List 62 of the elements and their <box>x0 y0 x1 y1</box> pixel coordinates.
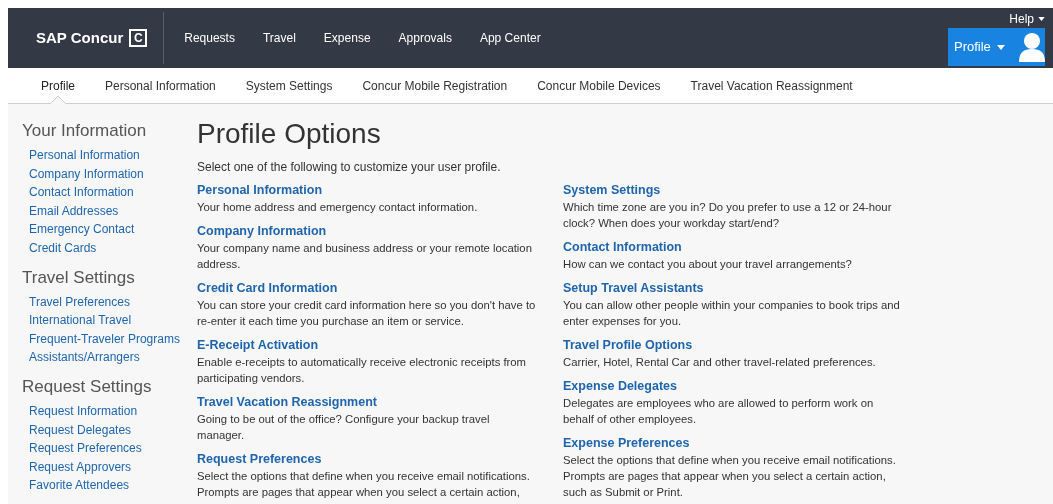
option-link[interactable]: Contact Information <box>563 239 682 256</box>
sidebar-link[interactable]: Request Delegates <box>29 420 132 440</box>
option-link[interactable]: Company Information <box>197 223 327 240</box>
sidebar-link[interactable]: International Travel <box>29 311 132 330</box>
option-description: You can allow other people within your companies to book trips and enter expenses for you. <box>563 298 901 329</box>
tab[interactable]: Personal Information <box>90 68 231 103</box>
profile-button[interactable]: Profile <box>948 28 1045 66</box>
option-description: Carrier, Hotel, Rental Car and other travel-related preferences. <box>563 355 876 370</box>
option-description: Enable e-receipts to automatically receive electronic receipts from participating vendors. <box>197 355 527 386</box>
sidebar-link[interactable]: Emergency Contact <box>29 220 135 239</box>
sidebar-link[interactable]: Personal Information <box>29 146 140 165</box>
sidebar-link[interactable]: Request Approvers <box>29 457 132 477</box>
tab[interactable]: System Settings <box>230 68 348 103</box>
sidebar-link[interactable]: Email Addresses <box>29 201 119 221</box>
nav-link[interactable]: Approvals <box>384 29 466 47</box>
sidebar-link[interactable]: Assistants/Arrangers <box>29 348 140 367</box>
option-description: Select the options that define when you receive email notifications. Prompts are pages that appear when you select a certain action, <box>197 469 531 500</box>
option-description: Going to be out of the office? Configure your backup travel manager. <box>197 412 491 443</box>
tab[interactable]: Concur Mobile Registration <box>347 68 523 103</box>
option-link[interactable]: System Settings <box>563 182 661 199</box>
logo-text: SAP Concur <box>36 27 124 48</box>
option-description: Select the options that define when you receive email notifications. Prompts are pages that appear when you select a certain action, such as Submit or Print. <box>563 453 897 500</box>
help-menu[interactable]: Help <box>1009 8 1045 28</box>
option-link[interactable]: E-Receipt Activation <box>197 337 319 354</box>
option-link[interactable]: Setup Travel Assistants <box>563 280 704 297</box>
sidebar-heading: Your Information <box>22 120 148 142</box>
option-link[interactable]: Travel Vacation Reassignment <box>197 394 377 411</box>
nav-link[interactable]: App Center <box>465 29 555 47</box>
nav-link[interactable]: Requests <box>170 29 249 47</box>
option-link[interactable]: Expense Preferences <box>563 435 690 452</box>
option-description: Your home address and emergency contact information. <box>197 200 478 215</box>
sidebar-link[interactable]: Credit Cards <box>29 238 97 258</box>
sidebar-heading: Request Settings <box>22 375 153 398</box>
caret-icon <box>996 44 1005 50</box>
option-description: How can we contact you about your travel arrangements? <box>563 257 852 272</box>
option-link[interactable]: Credit Card Information <box>197 280 338 297</box>
sidebar-link[interactable]: Travel Preferences <box>29 292 130 312</box>
nav-link[interactable]: Travel <box>248 29 310 47</box>
option-link[interactable]: Personal Information <box>197 182 323 199</box>
sidebar-link[interactable]: Request Preferences <box>29 439 142 458</box>
option-description: You can store your credit card information here so you don't have to re-enter it each time you purchase an item or service. <box>197 298 537 329</box>
option-link[interactable]: Expense Delegates <box>563 378 677 395</box>
tab[interactable]: Profile <box>26 68 90 103</box>
sidebar-link[interactable]: Favorite Attendees <box>29 476 130 495</box>
option-description: Your company name and business address or your remote location address. <box>197 241 533 272</box>
sidebar-link[interactable]: Contact Information <box>29 183 134 202</box>
logo-mark: C <box>129 29 148 47</box>
option-link[interactable]: Travel Profile Options <box>563 337 693 354</box>
sidebar-link[interactable]: Request Information <box>29 401 138 421</box>
tab[interactable]: Travel Vacation Reassignment <box>675 68 868 103</box>
caret-icon <box>1038 17 1045 21</box>
sidebar-heading: Travel Settings <box>22 266 136 289</box>
nav-link[interactable]: Expense <box>309 29 385 47</box>
intro-text: Select one of the following to customize your user profile. <box>197 159 502 176</box>
option-link[interactable]: Request Preferences <box>197 451 322 468</box>
sidebar-link[interactable]: Frequent-Traveler Programs <box>29 329 180 349</box>
option-description: Delegates are employees who are allowed to perform work on behalf of other employees. <box>563 396 875 427</box>
tab[interactable]: Concur Mobile Devices <box>522 68 676 103</box>
option-description: Which time zone are you in? Do you prefer to use a 12 or 24-hour clock? When does your workday start/end? <box>563 200 893 231</box>
page-title: Profile Options <box>197 118 382 150</box>
avatar-icon <box>1018 32 1045 62</box>
sidebar-link[interactable]: Company Information <box>29 164 144 184</box>
